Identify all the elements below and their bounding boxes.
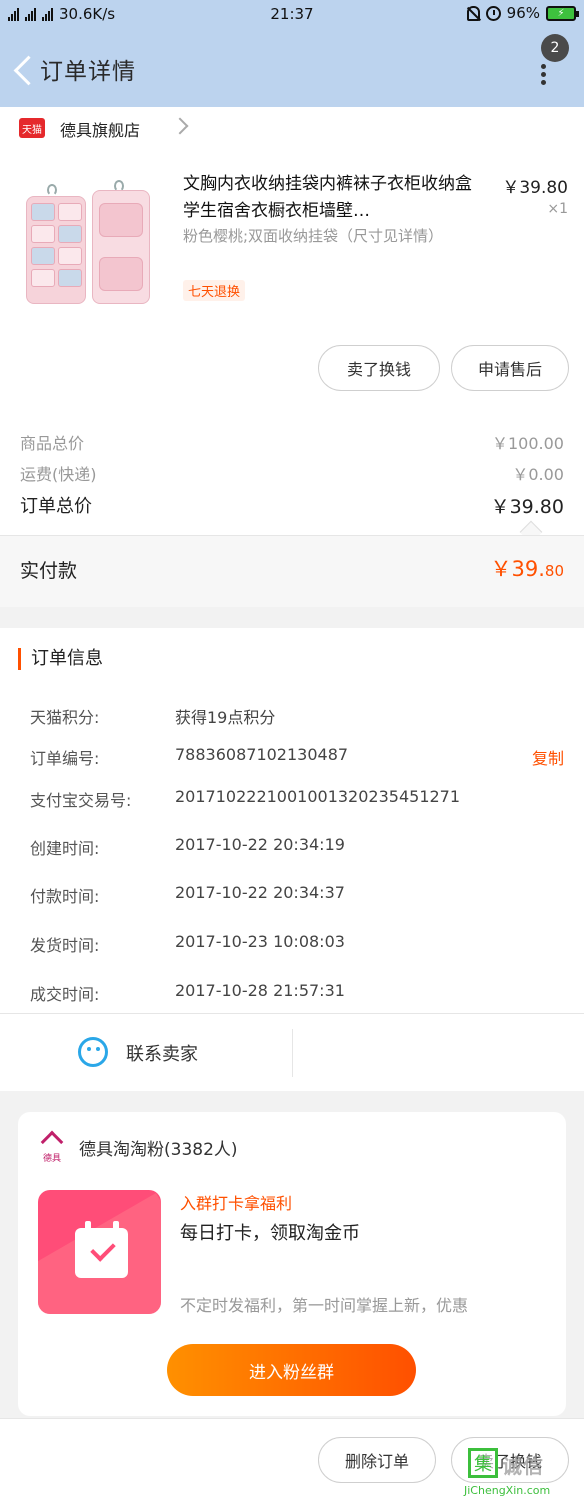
goods-total-value: ￥100.00 [492,434,564,453]
shipping-row: 运费(快递) ￥0.00 [20,461,564,485]
contact-seller-button[interactable]: 联系卖家 [126,1040,198,1066]
paid-amount-box: 实付款 ￥39.80 [0,535,584,607]
shipping-label: 运费(快递) [20,465,97,484]
header: 30.6K/s 21:37 96% ⚡ 订单详情 2 [0,0,584,107]
fan-group-subtitle: 入群打卡拿福利 [180,1194,293,1213]
info-label: 付款时间: [30,887,100,906]
paid-value-main: ￥39. [490,557,545,581]
fan-group-name: 德具淘淘粉(3382人) [79,1140,238,1160]
product-title[interactable]: 文胸内衣收纳挂袋内裤袜子衣柜收纳盒学生宿舍衣橱衣柜墙壁… [183,171,483,225]
info-row-created: 创建时间: 2017-10-22 20:34:19 [30,835,565,859]
order-total-label: 订单总价 [20,496,92,517]
message-count-badge[interactable]: 2 [541,34,569,62]
chevron-right-icon [171,117,189,135]
after-sale-button[interactable]: 申请售后 [451,345,569,391]
tmall-logo-icon: 天猫 [19,118,45,138]
fan-group-headline: 每日打卡，领取淘金币 [180,1223,360,1244]
order-info-card: 订单信息 天猫积分: 获得19点积分 订单编号: 788360871021304… [0,628,584,1091]
info-row-shipped: 发货时间: 2017-10-23 10:08:03 [30,932,565,956]
watermark-text: 诚信 [502,1454,544,1478]
info-row-order-number: 订单编号: 78836087102130487 [30,745,565,769]
order-info-title: 订单信息 [18,648,103,670]
product-price: ￥39.80 [502,178,568,198]
info-value: 获得19点积分 [175,708,276,727]
product-image[interactable] [22,180,157,312]
shipping-value: ￥0.00 [512,465,564,484]
shop-logo-text: 德具 [43,1154,62,1164]
info-value: 2017102221001001320235451271 [175,787,461,806]
chat-smile-icon [78,1037,108,1067]
contact-seller-row[interactable]: 联系卖家 [0,1013,584,1091]
page-title: 订单详情 [40,59,136,85]
shop-card: 天猫 德具旗舰店 文胸内衣收纳挂袋内裤袜子衣柜收纳盒学生宿舍衣橱衣柜墙壁… ￥3… [0,107,584,607]
product-spec: 粉色樱桃;双面收纳挂袋（尺寸见详情） [183,227,444,245]
goods-total-row: 商品总价 ￥100.00 [20,430,564,454]
status-bar: 30.6K/s 21:37 96% ⚡ [0,0,584,30]
hanger-hook-icon [47,184,57,196]
watermark-url: JiChengXin.com [464,1484,551,1497]
goods-total-label: 商品总价 [20,434,85,453]
info-label: 发货时间: [30,936,100,955]
calendar-checkin-tile [38,1190,161,1314]
alarm-clock-icon [485,5,501,21]
product-quantity: ×1 [547,201,568,217]
battery-percent: 96% [506,4,540,22]
paid-label: 实付款 [20,560,78,582]
watermark-logo-icon: 集 [468,1448,498,1478]
info-label: 创建时间: [30,839,100,858]
status-right: 96% ⚡ [466,4,579,22]
order-total-value: ￥39.80 [490,496,564,518]
info-label: 订单编号: [30,749,100,768]
info-row-completed: 成交时间: 2017-10-28 21:57:31 [30,981,565,1005]
divider [292,1029,293,1077]
info-label: 成交时间: [30,985,100,1004]
paid-value: ￥39.80 [491,553,565,583]
shop-name[interactable]: 德具旗舰店 [60,117,140,141]
info-label: 天猫积分: [30,708,100,727]
return-policy-tag: 七天退换 [183,280,246,301]
fan-group-description: 不定时发福利，第一时间掌握上新，优惠 [180,1296,469,1315]
calendar-check-icon [75,1221,128,1278]
paid-value-cents: 80 [544,562,564,580]
info-value: 2017-10-28 21:57:31 [175,981,345,1000]
info-row-paid: 付款时间: 2017-10-22 20:34:37 [30,883,565,907]
shop-logo-icon: 德具 [40,1130,68,1164]
delete-order-button[interactable]: 删除订单 [318,1437,436,1483]
order-total-row: 订单总价 ￥39.80 [20,492,564,518]
info-label: 支付宝交易号: [30,791,132,810]
info-value: 78836087102130487 [175,745,349,764]
organizer-bag-left [26,196,86,304]
fan-group-card: 德具 德具淘淘粉(3382人) 入群打卡拿福利 每日打卡，领取淘金币 不定时发福… [18,1112,566,1416]
info-row-alipay-number: 支付宝交易号: 2017102221001001320235451271 [30,787,565,811]
info-value: 2017-10-23 10:08:03 [175,932,345,951]
mute-bell-icon [466,5,480,21]
info-value: 2017-10-22 20:34:37 [175,883,345,902]
battery-icon: ⚡ [546,5,579,21]
info-row-points: 天猫积分: 获得19点积分 [30,704,565,728]
roof-shape [40,1130,64,1154]
more-menu-icon[interactable] [541,64,549,86]
site-watermark: 集 诚信 JiChengXin.com [462,1444,584,1500]
copy-order-number-button[interactable]: 复制 [532,745,564,769]
nav-bar: 订单详情 2 [0,30,584,107]
sell-for-cash-button[interactable]: 卖了换钱 [318,345,440,391]
info-value: 2017-10-22 20:34:19 [175,835,345,854]
organizer-bag-right [92,190,150,304]
back-arrow-icon[interactable] [12,54,36,84]
shop-row[interactable]: 天猫 德具旗舰店 [0,107,584,151]
join-fan-group-button[interactable]: 进入粉丝群 [167,1344,416,1396]
